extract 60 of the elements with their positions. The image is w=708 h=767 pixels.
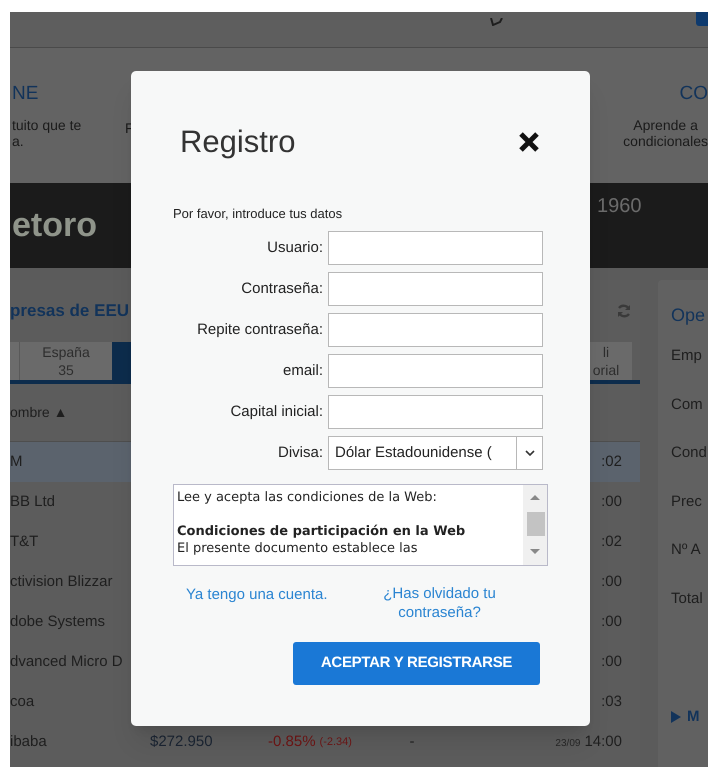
field-label: Com <box>671 394 704 414</box>
change-amount: (-2.34) <box>320 734 353 750</box>
submit-button[interactable]: ACEPTAR Y REGISTRARSE <box>293 642 540 685</box>
time-cell-text: 14:00 <box>584 732 622 752</box>
dialog-title: Registro <box>180 123 296 161</box>
banner-text: 1960 <box>597 194 642 219</box>
terms-box[interactable]: Lee y acepta las condiciones de la Web: Condiciones de participación en la Web El presente documento establece las <box>173 484 548 566</box>
close-icon[interactable] <box>518 131 540 154</box>
time-cell-text: :02 <box>601 452 622 472</box>
price-cell-text: $272.950 <box>150 732 214 752</box>
scrollbar[interactable] <box>523 485 547 565</box>
field-label: Contraseña: <box>240 278 324 299</box>
promo-title: CO <box>680 82 708 106</box>
login-link[interactable]: Ya tengo una cuenta. <box>186 584 328 622</box>
header-button[interactable] <box>696 12 708 26</box>
field-label: Cond <box>671 443 708 463</box>
stock-name: ctivision Blizzar <box>10 572 114 592</box>
refresh-icon[interactable] <box>616 303 632 319</box>
stock-name: M <box>10 452 24 472</box>
terms-heading: Condiciones de participación en la Web <box>177 523 466 540</box>
field-label: Total <box>671 588 704 608</box>
field-label: Usuario: <box>266 238 324 258</box>
intro-text: Por favor, introduce tus datos <box>173 204 344 222</box>
field-label: Repite contraseña: <box>196 320 324 340</box>
market-tab[interactable] <box>112 342 132 380</box>
field-label: Emp <box>671 346 703 366</box>
stock-name: dobe Systems <box>10 612 106 632</box>
time-cell-text: :00 <box>601 612 622 632</box>
terms-text: El presente documento establece las <box>177 540 419 557</box>
forgot-password-link[interactable]: ¿Has olvidado tu contraseña? <box>370 584 510 622</box>
promo-text: tuito que te a. <box>12 116 82 148</box>
more-link[interactable]: M <box>687 706 700 728</box>
input-field[interactable] <box>328 231 543 265</box>
chevron-icon <box>524 450 534 456</box>
terms-text: Lee y acepta las condiciones de la Web: <box>177 489 438 506</box>
column-header[interactable]: ombre ▲ <box>10 402 68 423</box>
market-tab[interactable]: España 35 <box>20 342 112 380</box>
time-cell-text: :03 <box>601 692 622 712</box>
time-cell-text: :00 <box>601 572 622 592</box>
promo-text: Aprende a condicionales <box>623 116 708 148</box>
field-label: Capital inicial: <box>229 402 324 422</box>
panel-title: presas de EEU <box>10 300 130 322</box>
input-field[interactable] <box>328 313 543 347</box>
input-field[interactable] <box>328 354 543 388</box>
change-cell-text: -0.85% <box>268 732 316 752</box>
play-icon <box>671 711 681 724</box>
promo-title: NE <box>12 82 40 106</box>
field-label: email: <box>282 360 324 381</box>
field-label: Prec <box>671 492 703 512</box>
field-label: Nº A <box>671 540 702 560</box>
currency-select[interactable]: Dólar Estadounidense ( <box>328 436 543 470</box>
input-field[interactable] <box>328 272 543 306</box>
tab-edge[interactable] <box>10 342 20 380</box>
volume-cell-text: - <box>410 732 416 752</box>
panel-title: Ope <box>671 304 706 327</box>
banner-logo: etoro <box>12 205 97 245</box>
field-label: Divisa: <box>276 442 324 463</box>
input-field[interactable] <box>328 395 543 429</box>
stock-name: ibaba <box>10 732 48 752</box>
stock-name: coa <box>10 692 36 712</box>
